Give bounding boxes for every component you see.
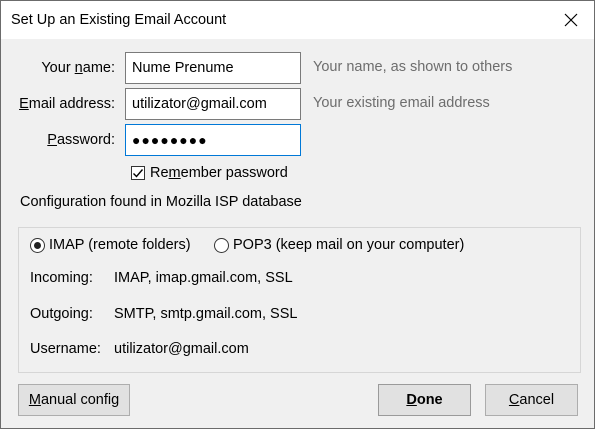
username-label: Username: [30,341,101,357]
outgoing-value: SMTP, smtp.gmail.com, SSL [114,306,298,322]
dialog-title: Set Up an Existing Email Account [11,12,227,28]
remember-password-label: Remember password [150,165,288,181]
username-value: utilizator@gmail.com [114,341,249,357]
incoming-value: IMAP, imap.gmail.com, SSL [114,270,293,286]
cancel-button[interactable]: Cancel [485,384,578,416]
checkmark-icon [133,169,144,178]
name-label: Your name: [41,60,115,76]
email-label: Email address: [19,96,115,112]
imap-radio[interactable] [30,237,45,253]
pop3-option[interactable]: POP3 (keep mail on your computer) [214,237,464,253]
name-input[interactable] [125,52,301,84]
email-setup-dialog: Set Up an Existing Email Account Your na… [0,0,595,429]
name-hint: Your name, as shown to others [313,59,513,75]
imap-option[interactable]: IMAP (remote folders) [30,237,191,253]
config-found-message: Configuration found in Mozilla ISP datab… [20,194,302,210]
outgoing-label: Outgoing: [30,306,93,322]
remember-password-row[interactable]: Remember password [131,164,288,182]
close-icon [564,13,578,27]
pop3-label: POP3 (keep mail on your computer) [233,237,465,253]
remember-password-checkbox[interactable] [131,166,145,180]
pop3-radio[interactable] [214,237,229,253]
password-input[interactable] [125,124,301,156]
radio-selected-dot [34,241,41,249]
password-label: Password: [47,132,115,148]
server-config-group: IMAP (remote folders) POP3 (keep mail on… [18,227,581,373]
manual-config-button[interactable]: Manual config [18,384,130,416]
done-button[interactable]: Done [378,384,471,416]
imap-label: IMAP (remote folders) [49,237,191,253]
email-hint: Your existing email address [313,95,490,111]
title-bar: Set Up an Existing Email Account [1,1,594,39]
email-input[interactable] [125,88,301,120]
incoming-label: Incoming: [30,270,93,286]
close-button[interactable] [548,1,594,39]
